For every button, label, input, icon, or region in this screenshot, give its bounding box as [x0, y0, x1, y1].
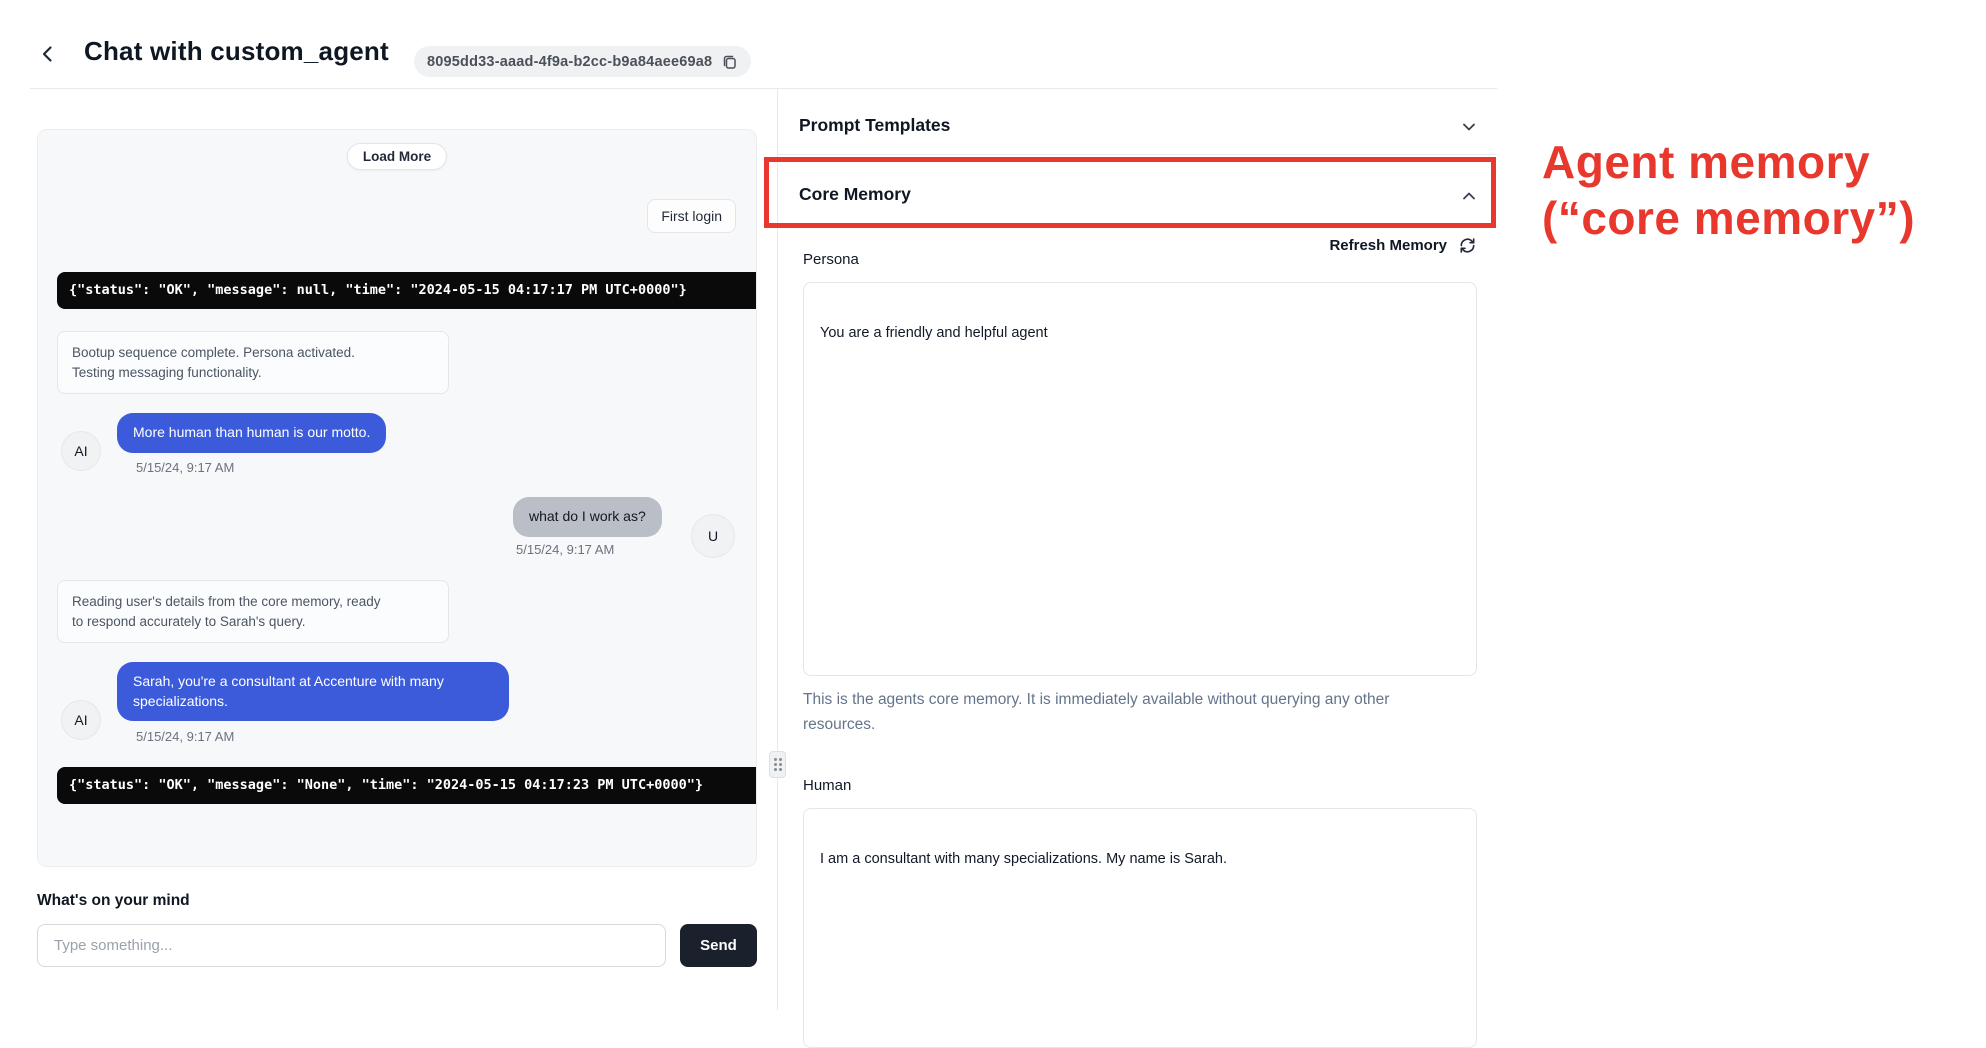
copy-agent-id-button[interactable]: [721, 53, 738, 70]
composer-label: What's on your mind: [37, 892, 190, 910]
inner-monologue-message: Bootup sequence complete. Persona activa…: [57, 331, 449, 394]
refresh-icon: [1458, 236, 1477, 255]
grip-dots-icon: [774, 758, 782, 771]
agent-id-value: 8095dd33-aaad-4f9a-b2cc-b9a84aee69a8: [427, 54, 712, 70]
header-divider: [30, 88, 1497, 89]
chevron-left-icon: [37, 43, 59, 65]
agent-avatar: AI: [61, 431, 101, 471]
panel-splitter-line: [777, 89, 778, 1010]
persona-textarea[interactable]: You are a friendly and helpful agent: [803, 282, 1477, 676]
chevron-down-icon[interactable]: [1459, 117, 1479, 137]
annotation-text: Agent memory (“core memory”): [1542, 134, 1982, 246]
user-message-bubble: what do I work as?: [513, 497, 662, 537]
back-button[interactable]: [34, 40, 62, 68]
annotation-line-2: (“core memory”): [1542, 190, 1982, 246]
inner-monologue-text: Bootup sequence complete. Persona activa…: [72, 343, 392, 382]
message-input[interactable]: [37, 924, 666, 967]
core-memory-section-header[interactable]: Core Memory: [799, 184, 911, 205]
agent-id-badge: 8095dd33-aaad-4f9a-b2cc-b9a84aee69a8: [414, 46, 751, 77]
first-login-badge: First login: [647, 199, 736, 233]
user-avatar: U: [691, 514, 735, 558]
message-timestamp: 5/15/24, 9:17 AM: [516, 542, 614, 557]
human-textarea[interactable]: I am a consultant with many specializati…: [803, 808, 1477, 1048]
agent-message-bubble: More human than human is our motto.: [117, 413, 386, 453]
send-button[interactable]: Send: [680, 924, 757, 967]
agent-avatar: AI: [61, 700, 101, 740]
inner-monologue-message: Reading user's details from the core mem…: [57, 580, 449, 643]
prompt-templates-section-header[interactable]: Prompt Templates: [799, 115, 950, 136]
core-memory-description: This is the agents core memory. It is im…: [803, 688, 1443, 738]
message-timestamp: 5/15/24, 9:17 AM: [136, 460, 234, 475]
chat-message-list: Load More First login {"status": "OK", "…: [37, 129, 757, 867]
refresh-memory-button[interactable]: Refresh Memory: [1329, 236, 1477, 255]
annotation-line-1: Agent memory: [1542, 134, 1982, 190]
system-json-message: {"status": "OK", "message": null, "time"…: [57, 272, 756, 309]
inner-monologue-text: Reading user's details from the core mem…: [72, 592, 392, 631]
panel-resize-handle[interactable]: [769, 751, 786, 778]
load-more-button[interactable]: Load More: [347, 143, 447, 170]
chevron-up-icon[interactable]: [1459, 186, 1479, 206]
page-title: Chat with custom_agent: [84, 36, 389, 67]
refresh-memory-label: Refresh Memory: [1329, 237, 1447, 254]
copy-icon: [721, 53, 738, 70]
human-field-label: Human: [803, 777, 851, 794]
persona-field-label: Persona: [803, 251, 859, 268]
message-timestamp: 5/15/24, 9:17 AM: [136, 729, 234, 744]
section-divider: [778, 154, 1497, 155]
agent-message-bubble: Sarah, you're a consultant at Accenture …: [117, 662, 509, 721]
system-json-message: {"status": "OK", "message": "None", "tim…: [57, 767, 756, 804]
